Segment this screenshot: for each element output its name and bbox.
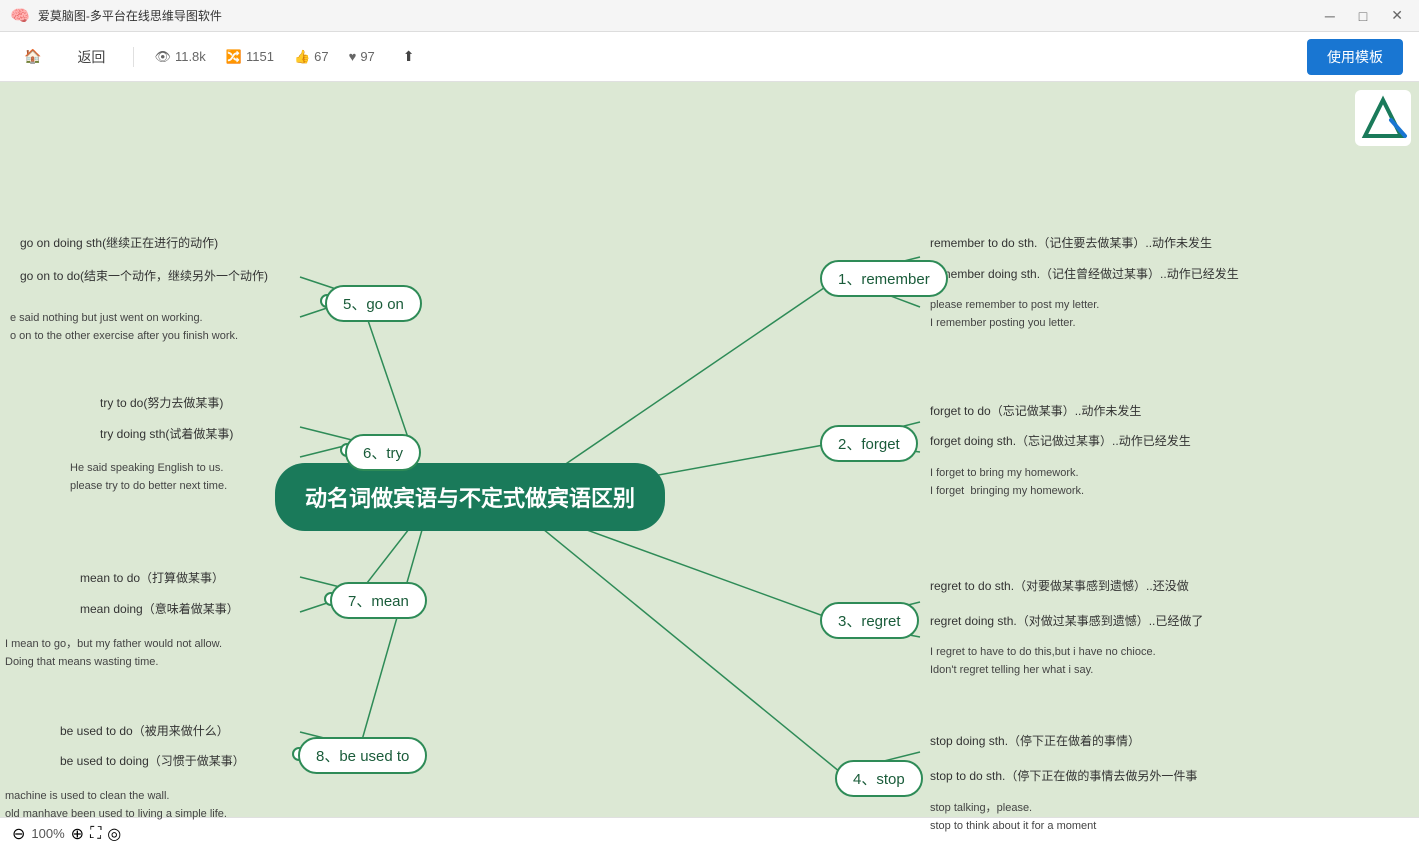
- forks-count: 1151: [246, 49, 274, 64]
- branch-forget: 2、forget: [820, 425, 918, 462]
- view-button[interactable]: ◎: [107, 824, 121, 844]
- mindmap-canvas: 动名词做宾语与不定式做宾语区别 5、go on go on doing sth(…: [0, 82, 1419, 849]
- zoom-in-button[interactable]: ⊕: [71, 824, 84, 844]
- forget-example: I forget to bring my homework.I forget b…: [930, 465, 1084, 500]
- forks-stat: 🔀 1151: [226, 49, 274, 65]
- views-stat: 👁 11.8k: [154, 49, 205, 65]
- logo-watermark: [1355, 90, 1411, 151]
- zoom-level: 100%: [31, 826, 64, 841]
- separator-1: [133, 47, 134, 67]
- app-icon: 🧠: [10, 6, 30, 26]
- be-used-to-item-2: be used to doing（习惯于做某事）: [60, 752, 245, 769]
- mean-item-1: mean to do（打算做某事）: [80, 569, 224, 586]
- regret-example: I regret to have to do this,but i have n…: [930, 644, 1156, 679]
- title-bar-left: 🧠 爱莫脑图-多平台在线思维导图软件: [10, 6, 222, 26]
- zoom-out-button[interactable]: ⊖: [12, 824, 25, 844]
- views-count: 11.8k: [175, 49, 206, 64]
- fullscreen-button[interactable]: ⛶: [90, 825, 101, 843]
- stop-item-2: stop to do sth.（停下正在做的事情去做另外一件事: [930, 767, 1197, 784]
- remember-item-1: remember to do sth.（记住要去做某事）..动作未发生: [930, 234, 1212, 251]
- branch-regret: 3、regret: [820, 602, 919, 639]
- regret-item-2: regret doing sth.（对做过某事感到遗憾）..已经做了: [930, 612, 1203, 629]
- close-button[interactable]: ✕: [1385, 5, 1409, 26]
- heart-icon: ♥: [349, 49, 357, 64]
- likes-count: 67: [314, 49, 328, 64]
- maximize-button[interactable]: □: [1353, 6, 1373, 26]
- use-template-button[interactable]: 使用模板: [1307, 39, 1403, 75]
- center-title: 动名词做宾语与不定式做宾语区别: [305, 486, 635, 511]
- go-on-example: e said nothing but just went on working.…: [10, 310, 238, 345]
- mean-item-2: mean doing（意味着做某事）: [80, 600, 239, 617]
- branch-stop: 4、stop: [835, 760, 923, 797]
- regret-item-1: regret to do sth.（对要做某事感到遗憾）..还没做: [930, 577, 1189, 594]
- branch-go-on: 5、go on: [325, 285, 422, 322]
- try-item-1: try to do(努力去做某事): [100, 394, 223, 411]
- be-used-to-item-1: be used to do（被用来做什么）: [60, 722, 229, 739]
- minimize-button[interactable]: ─: [1319, 6, 1341, 26]
- window-controls: ─ □ ✕: [1319, 5, 1409, 26]
- stop-example: stop talking，please.stop to think about …: [930, 800, 1096, 835]
- zoom-controls: ⊖ 100% ⊕ ⛶ ◎: [12, 824, 121, 844]
- back-button[interactable]: 返回: [69, 43, 113, 71]
- stop-item-1: stop doing sth.（停下正在做着的事情）: [930, 732, 1140, 749]
- forget-item-1: forget to do（忘记做某事）..动作未发生: [930, 402, 1141, 419]
- try-item-2: try doing sth(试着做某事): [100, 425, 233, 442]
- app-title: 爱莫脑图-多平台在线思维导图软件: [38, 7, 222, 24]
- go-on-item-2: go on to do(结束一个动作，继续另外一个动作): [20, 267, 268, 284]
- home-icon: 🏠: [24, 48, 41, 65]
- favorites-count: 97: [360, 49, 374, 64]
- back-label: 返回: [77, 47, 105, 67]
- toolbar: 🏠 返回 👁 11.8k 🔀 1151 👍 67 ♥ 97 ⬆ 使用模板: [0, 32, 1419, 82]
- be-used-to-example: machine is used to clean the wall.old ma…: [5, 788, 227, 823]
- remember-example: please remember to post my letter.I reme…: [930, 297, 1099, 332]
- likes-stat: 👍 67: [294, 49, 329, 65]
- share-button[interactable]: ⬆: [395, 44, 423, 69]
- branch-remember: 1、remember: [820, 260, 948, 297]
- favorites-stat: ♥ 97: [349, 49, 375, 64]
- eye-icon: 👁: [154, 49, 171, 65]
- remember-item-2: remember doing sth.（记住曾经做过某事）..动作已经发生: [930, 265, 1239, 282]
- branch-mean: 7、mean: [330, 582, 427, 619]
- like-icon: 👍: [294, 49, 310, 65]
- forget-item-2: forget doing sth.（忘记做过某事）..动作已经发生: [930, 432, 1191, 449]
- home-button[interactable]: 🏠: [16, 44, 49, 69]
- try-example: He said speaking English to us.please tr…: [70, 460, 227, 495]
- share-icon: ⬆: [403, 48, 415, 65]
- fork-icon: 🔀: [226, 49, 242, 65]
- branch-try: 6、try: [345, 434, 421, 471]
- branch-be-used-to: 8、be used to: [298, 737, 427, 774]
- center-node: 动名词做宾语与不定式做宾语区别: [275, 463, 665, 531]
- title-bar: 🧠 爱莫脑图-多平台在线思维导图软件 ─ □ ✕: [0, 0, 1419, 32]
- mean-example: I mean to go，but my father would not all…: [5, 636, 222, 671]
- go-on-item-1: go on doing sth(继续正在进行的动作): [20, 234, 218, 251]
